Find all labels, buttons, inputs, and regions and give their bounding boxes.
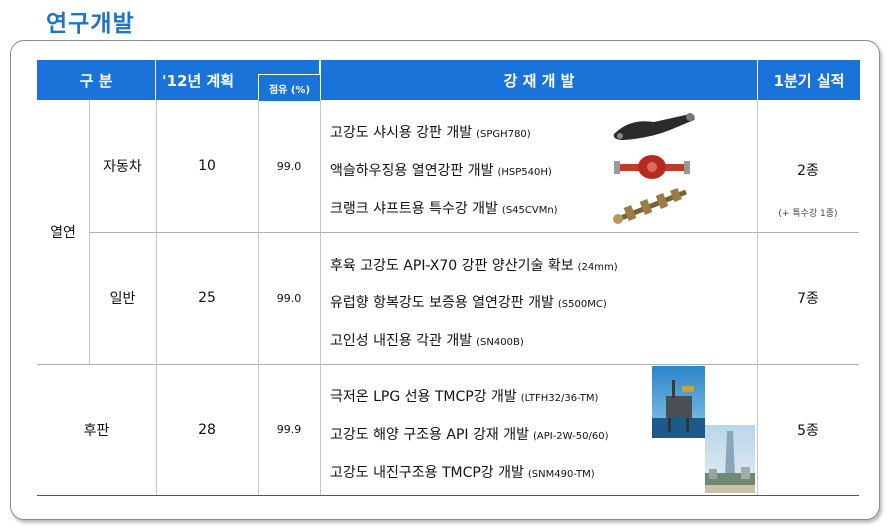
chassis-arm-icon [613,113,695,140]
row-general-plan: 25 [198,290,216,306]
general-item-1: 후육 고강도 API-X70 강판 양산기술 확보 (24mm) [330,258,618,274]
row-general-share: 99.0 [276,291,302,305]
crankshaft-icon [613,187,687,224]
auto-item-1: 고강도 샤시용 강판 개발 (SPGH780) [330,125,531,141]
plate-item-2: 고강도 해양 구조용 API 강재 개발 (API-2W-50/60) [330,427,609,443]
plate-item-3: 고강도 내진구조용 TMCP강 개발 (SNM490-TM) [330,465,595,481]
row-auto-label: 자동차 [103,159,142,175]
grid-line [37,495,859,496]
header-result: 1분기 실적 [757,60,860,100]
row-plate-plan: 28 [198,421,216,438]
row-general-result: 7종 [797,291,819,307]
row-auto-plan: 10 [198,158,216,174]
grid-line [320,100,321,496]
page-title: 연구개발 [46,11,135,37]
auto-item-3: 크랭크 샤프트용 특수강 개발 (S45CVMn) [330,201,558,217]
header-plan-label: '12년 계획 [162,71,235,90]
general-item-3: 고인성 내진용 각관 개발 (SN400B) [330,333,524,349]
skyscraper-photo [705,425,755,493]
row-auto-share: 99.0 [276,159,302,173]
row-plate-label: 후판 [83,422,110,439]
row-auto-note: (+ 특수강 1종) [778,208,838,219]
axle-housing-icon [614,155,690,179]
row-auto-result: 2종 [797,163,819,179]
general-item-2: 유럽향 항복강도 보증용 열연강판 개발 (S500MC) [330,295,607,311]
header-category: 구 분 [37,60,155,100]
header-dev: 강 재 개 발 [320,60,757,100]
plate-item-1: 극저온 LPG 선용 TMCP강 개발 (LTFH32/36-TM) [330,389,599,405]
auto-item-2: 액슬하우징용 열연강판 개발 (HSP540H) [330,163,552,179]
offshore-rig-photo [652,366,705,438]
group-hot-rolled: 열연 [50,225,76,241]
row-plate-result: 5종 [797,422,819,439]
row-general-label: 일반 [109,291,136,307]
row-plate-share: 99.9 [276,423,302,436]
header-share: 점유 (%) [258,74,320,101]
